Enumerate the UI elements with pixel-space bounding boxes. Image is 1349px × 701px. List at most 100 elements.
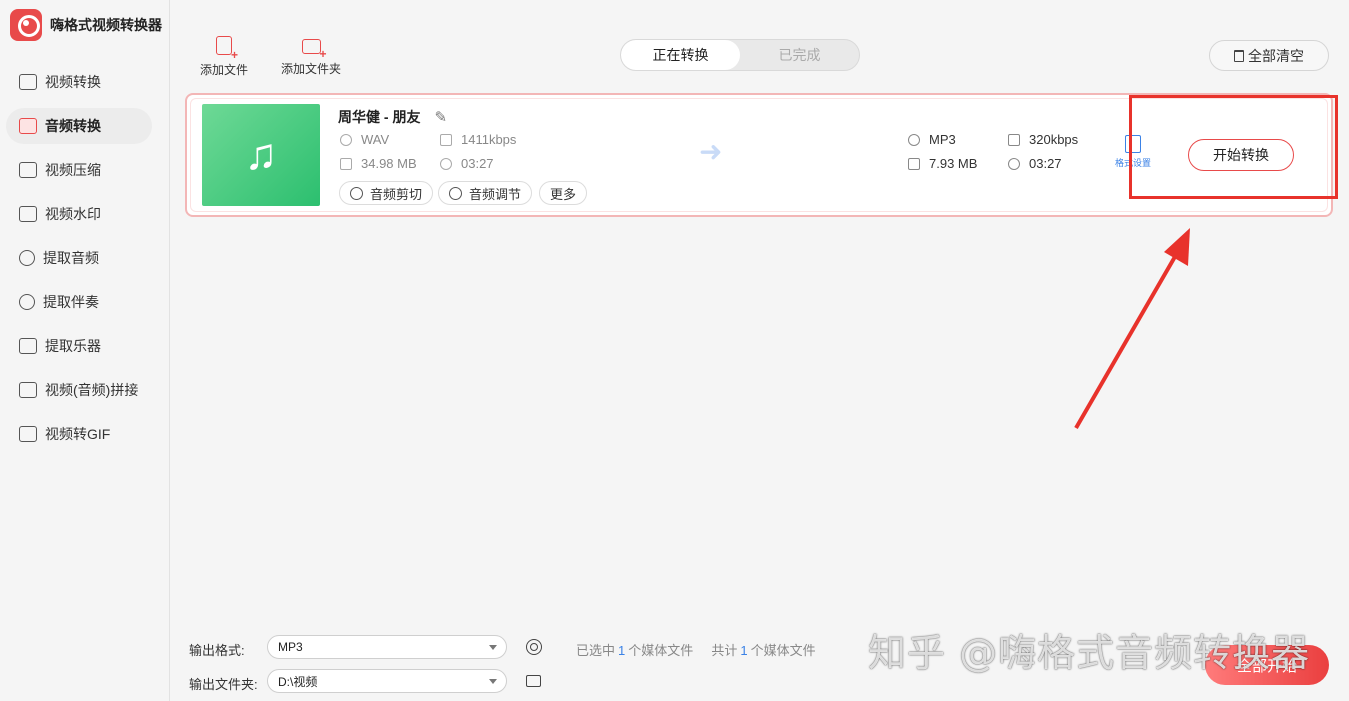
sliders-icon [449, 186, 462, 200]
sidebar-item-label: 音频转换 [45, 118, 101, 134]
source-bitrate: 1411kbps [440, 132, 516, 147]
source-format-value: WAV [361, 132, 390, 147]
selected-prefix: 已选中 [576, 643, 616, 658]
tab-converting[interactable]: 正在转换 [621, 40, 740, 70]
sidebar: 嗨格式视频转换器 视频转换 音频转换 视频压缩 视频水印 提取音频 提取伴奏 提… [0, 0, 170, 701]
music-note-icon: ♫ [202, 104, 320, 206]
more-button[interactable]: 更多 [539, 181, 588, 205]
video-convert-icon [19, 74, 37, 90]
output-bitrate: 320kbps [1008, 132, 1078, 147]
audio-cut-label: 音频剪切 [370, 186, 423, 202]
edit-icon[interactable]: ✎ [434, 108, 447, 126]
extract-instrument-icon [19, 338, 37, 354]
selected-count: 1 [618, 643, 626, 658]
output-size-value: 7.93 MB [929, 156, 978, 171]
sidebar-nav: 视频转换 音频转换 视频压缩 视频水印 提取音频 提取伴奏 提取乐器 视频(音频… [6, 64, 152, 460]
sidebar-item-extract-accompaniment[interactable]: 提取伴奏 [6, 284, 152, 320]
file-size-icon [908, 157, 920, 170]
gif-icon [19, 426, 37, 442]
output-folder-label: 输出文件夹: [189, 677, 258, 692]
sidebar-item-label: 视频转换 [45, 74, 101, 90]
trash-icon [1234, 49, 1244, 62]
file-size-icon [340, 157, 352, 170]
format-icon [340, 133, 352, 146]
sidebar-item-extract-instrument[interactable]: 提取乐器 [6, 328, 152, 364]
audio-adjust-label: 音频调节 [469, 186, 522, 202]
clear-all-label: 全部清空 [1248, 47, 1304, 64]
selection-summary: 已选中 1 个媒体文件 共计 1 个媒体文件 [576, 640, 816, 659]
output-duration: 03:27 [1008, 156, 1062, 171]
source-duration-value: 03:27 [461, 156, 494, 171]
output-bitrate-value: 320kbps [1029, 132, 1079, 147]
annotation-highlight-box [1129, 95, 1338, 199]
clock-icon [440, 157, 452, 170]
sidebar-item-video-compress[interactable]: 视频压缩 [6, 152, 152, 188]
scissors-icon [350, 186, 363, 200]
total-prefix: 共计 [711, 643, 738, 658]
sidebar-item-label: 视频水印 [45, 206, 101, 222]
gear-icon[interactable] [526, 639, 542, 655]
sidebar-item-gif[interactable]: 视频转GIF [6, 416, 152, 452]
output-format: MP3 [908, 132, 956, 147]
source-size: 34.98 MB [340, 156, 417, 171]
selected-suffix: 个媒体文件 [628, 643, 694, 658]
output-format-select[interactable]: MP3 [267, 635, 507, 659]
source-duration: 03:27 [440, 156, 494, 171]
add-file-icon [216, 36, 238, 62]
bitrate-icon [440, 133, 452, 146]
add-folder-label: 添加文件夹 [281, 62, 342, 76]
output-format-label: 输出格式: [189, 643, 245, 658]
clear-all-button[interactable]: 全部清空 [1209, 40, 1329, 71]
folder-icon[interactable] [526, 675, 541, 687]
source-bitrate-value: 1411kbps [461, 132, 517, 147]
more-label: 更多 [550, 186, 577, 202]
add-file-button[interactable]: 添加文件 [200, 36, 248, 78]
total-count: 1 [740, 643, 748, 658]
output-folder-select-value: D:\视频 [278, 674, 318, 689]
sidebar-item-video-convert[interactable]: 视频转换 [6, 64, 152, 100]
add-folder-icon [301, 39, 327, 61]
source-format: WAV [340, 132, 389, 147]
audio-cut-button[interactable]: 音频剪切 [339, 181, 434, 205]
sidebar-item-label: 视频压缩 [45, 162, 101, 178]
file-title: 周华健 - 朋友 ✎ [338, 107, 447, 127]
file-name: 周华健 - 朋友 [338, 109, 421, 125]
extract-accompaniment-icon [19, 294, 35, 310]
add-folder-button[interactable]: 添加文件夹 [281, 36, 341, 77]
sidebar-item-label: 提取乐器 [45, 338, 101, 354]
sidebar-item-merge[interactable]: 视频(音频)拼接 [6, 372, 152, 408]
sidebar-item-label: 提取音频 [43, 250, 99, 266]
sidebar-item-label: 提取伴奏 [43, 294, 99, 310]
arrow-right-icon: ➜ [699, 136, 723, 167]
annotation-arrow-icon [1074, 228, 1190, 430]
app-logo-icon [10, 9, 42, 41]
app-title: 嗨格式视频转换器 [50, 17, 162, 33]
audio-adjust-button[interactable]: 音频调节 [438, 181, 533, 205]
sidebar-item-label: 视频转GIF [45, 426, 111, 442]
output-duration-value: 03:27 [1029, 156, 1062, 171]
sidebar-item-extract-audio[interactable]: 提取音频 [6, 240, 152, 276]
watermark-text: 知乎 @嗨格式音频转换器 [868, 631, 1311, 675]
tab-completed[interactable]: 已完成 [740, 40, 859, 70]
output-folder-select[interactable]: D:\视频 [267, 669, 507, 693]
total-suffix: 个媒体文件 [750, 643, 816, 658]
clock-icon [1008, 157, 1020, 170]
sidebar-item-video-watermark[interactable]: 视频水印 [6, 196, 152, 232]
output-format-select-value: MP3 [278, 640, 303, 654]
video-watermark-icon [19, 206, 37, 222]
merge-icon [19, 382, 37, 398]
video-compress-icon [19, 162, 37, 178]
sidebar-item-audio-convert[interactable]: 音频转换 [6, 108, 152, 144]
output-size: 7.93 MB [908, 156, 977, 171]
chevron-down-icon [489, 679, 497, 684]
bitrate-icon [1008, 133, 1020, 146]
add-file-label: 添加文件 [200, 63, 249, 77]
conversion-tabs: 正在转换 已完成 [620, 39, 860, 71]
output-format-value: MP3 [929, 132, 956, 147]
source-size-value: 34.98 MB [361, 156, 417, 171]
extract-audio-icon [19, 250, 35, 266]
sidebar-item-label: 视频(音频)拼接 [45, 382, 139, 398]
chevron-down-icon [489, 645, 497, 650]
audio-convert-icon [19, 118, 37, 134]
brand: 嗨格式视频转换器 [10, 9, 162, 41]
